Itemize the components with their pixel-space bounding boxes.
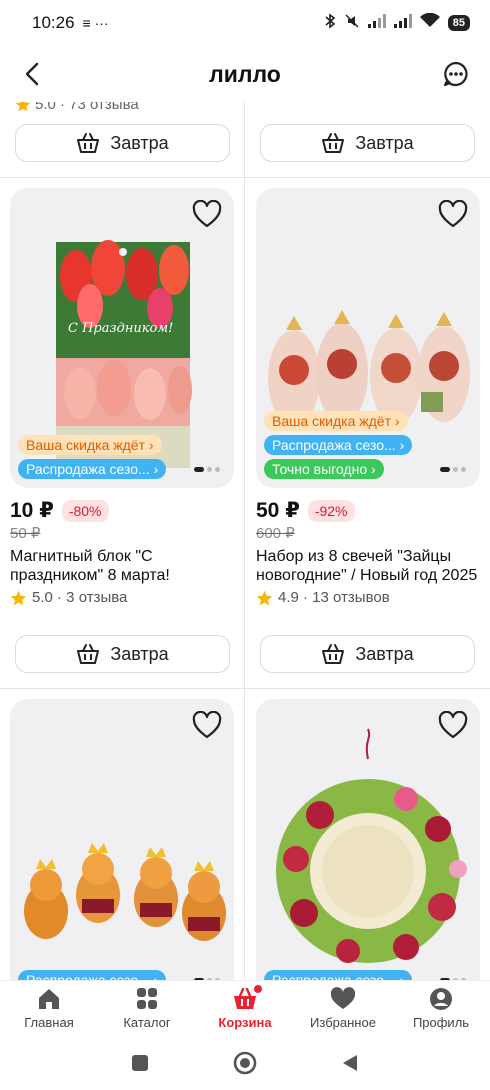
page-title: лилло	[209, 60, 281, 87]
add-to-cart-button[interactable]: Завтра	[15, 124, 230, 162]
nav-cart[interactable]: Корзина	[196, 981, 294, 1036]
season-sale-badge[interactable]: Распродажа сезо... ›	[18, 970, 167, 980]
product-photo-figurines	[24, 843, 226, 941]
product-price: 50 ₽	[256, 499, 300, 522]
bottom-navigation: Главная Каталог Корзина Избранное Профил…	[0, 980, 490, 1036]
old-price: 50 ₽	[10, 525, 41, 542]
product-image[interactable]: Распродажа сезо... ›	[256, 699, 480, 980]
cart-basket-icon	[322, 133, 345, 153]
good-deal-badge[interactable]: Точно выгодно ›	[264, 459, 384, 479]
product-title[interactable]: Набор из 8 свечей "Зайцы новогодние" / Н…	[256, 547, 480, 585]
mute-icon	[344, 13, 360, 34]
add-to-cart-button[interactable]: Завтра	[260, 124, 475, 162]
wifi-icon	[419, 12, 440, 33]
partial-rating: 5.0 · 73 отзыва	[15, 102, 139, 113]
product-image[interactable]: Распродажа сезо... ›	[10, 699, 234, 980]
discount-percent: -92%	[307, 499, 355, 522]
favorite-heart-icon[interactable]	[192, 200, 222, 228]
image-carousel-dots	[440, 467, 466, 472]
column-divider	[244, 102, 245, 980]
cart-basket-icon	[322, 644, 345, 664]
season-sale-badge[interactable]: Распродажа сезо... ›	[264, 435, 413, 455]
product-card[interactable]: С Праздником! Ваша скидка ждёт › Распрод…	[10, 188, 234, 606]
home-icon	[39, 989, 59, 1009]
profile-icon	[430, 988, 452, 1010]
nav-profile[interactable]: Профиль	[392, 981, 490, 1036]
favorites-heart-icon	[330, 987, 356, 1009]
product-title[interactable]: Магнитный блок "С праздником" 8 марта!	[10, 547, 234, 585]
star-icon	[10, 590, 27, 605]
bluetooth-icon	[324, 12, 336, 34]
row-divider	[0, 177, 490, 178]
row-divider	[0, 688, 490, 689]
chat-icon	[443, 61, 468, 87]
signal-icon	[367, 13, 386, 33]
battery-indicator: 85	[447, 15, 470, 31]
favorite-heart-icon[interactable]	[438, 711, 468, 739]
cart-basket-icon	[77, 133, 100, 153]
favorite-heart-icon[interactable]	[192, 711, 222, 739]
season-sale-badge[interactable]: Распродажа сезо... ›	[18, 459, 167, 479]
home-button-icon[interactable]	[233, 1051, 257, 1075]
svg-text:С Праздником!: С Праздником!	[68, 321, 173, 336]
signal-icon-2	[393, 13, 412, 33]
cart-icon	[232, 985, 262, 1011]
product-grid: 5.0 · 73 отзыва Завтра Завтра С Праздник…	[0, 102, 490, 980]
nav-favorites[interactable]: Избранное	[294, 981, 392, 1036]
status-bar: 10:26 ≡ ··· 85	[0, 0, 490, 46]
product-card[interactable]: Распродажа сезо... ›	[10, 699, 234, 980]
star-icon	[256, 590, 273, 605]
old-price: 600 ₽	[256, 525, 295, 542]
product-price: 10 ₽	[10, 499, 54, 522]
catalog-grid-icon	[137, 988, 157, 1009]
chat-button[interactable]	[436, 54, 476, 94]
product-image[interactable]: Ваша скидка ждёт › Распродажа сезо... › …	[256, 188, 480, 488]
product-card[interactable]: Распродажа сезо... ›	[256, 699, 480, 980]
nav-catalog[interactable]: Каталог	[98, 981, 196, 1036]
back-triangle-icon[interactable]	[341, 1053, 359, 1073]
image-carousel-dots	[194, 467, 220, 472]
app-header: лилло	[0, 46, 490, 102]
product-card[interactable]: Ваша скидка ждёт › Распродажа сезо... › …	[256, 188, 480, 606]
personal-discount-badge[interactable]: Ваша скидка ждёт ›	[264, 411, 408, 431]
notification-icon: ≡ ···	[82, 15, 109, 31]
personal-discount-badge[interactable]: Ваша скидка ждёт ›	[18, 435, 162, 455]
nav-home[interactable]: Главная	[0, 981, 98, 1036]
cart-basket-icon	[77, 644, 100, 664]
cart-notification-dot	[254, 985, 262, 993]
product-image[interactable]: С Праздником! Ваша скидка ждёт › Распрод…	[10, 188, 234, 488]
product-rating: 5.0 · 3 отзыва	[10, 589, 234, 606]
star-icon	[15, 102, 31, 112]
product-photo-wreath	[276, 728, 467, 963]
status-time: 10:26	[32, 13, 75, 32]
season-sale-badge[interactable]: Распродажа сезо... ›	[264, 970, 413, 980]
recent-apps-icon[interactable]	[131, 1054, 149, 1072]
back-button[interactable]	[14, 56, 50, 92]
add-to-cart-button[interactable]: Завтра	[260, 635, 475, 673]
add-to-cart-button[interactable]: Завтра	[15, 635, 230, 673]
discount-percent: -80%	[61, 499, 109, 522]
back-arrow-icon	[25, 62, 39, 86]
system-navigation-bar	[0, 1036, 490, 1090]
product-rating: 4.9 · 13 отзывов	[256, 589, 480, 606]
favorite-heart-icon[interactable]	[438, 200, 468, 228]
